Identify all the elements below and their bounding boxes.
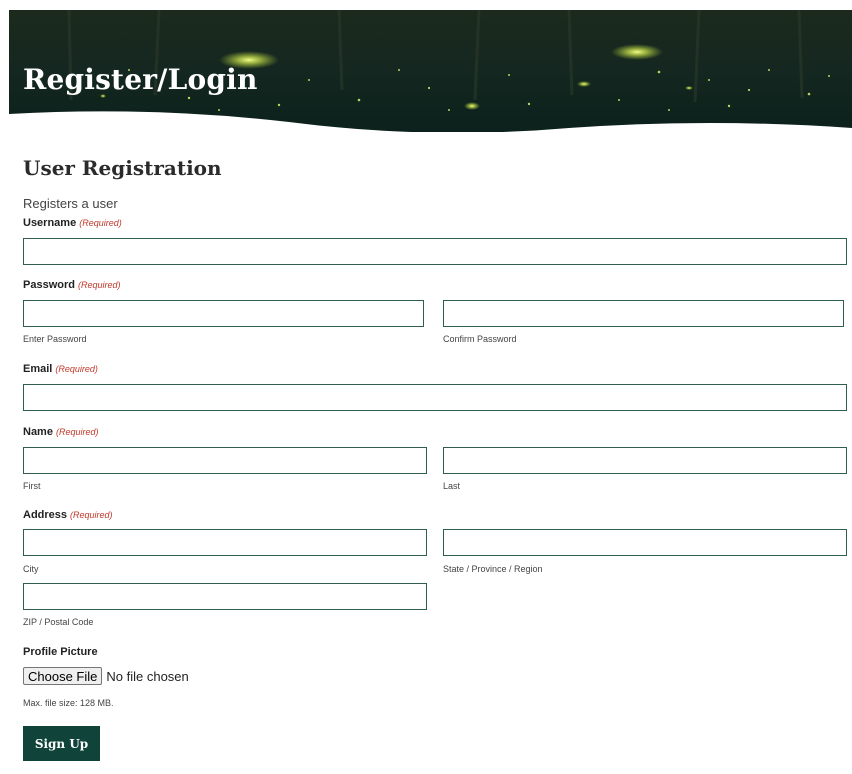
- last-name-input[interactable]: [443, 447, 847, 474]
- sign-up-button[interactable]: Sign Up: [23, 726, 100, 761]
- state-sublabel: State / Province / Region: [443, 564, 543, 574]
- choose-file-button[interactable]: Choose File: [23, 667, 103, 685]
- email-label-text: Email: [23, 363, 53, 375]
- confirm-password-input[interactable]: [443, 300, 844, 327]
- name-label-text: Name: [23, 426, 53, 438]
- max-file-size-note: Max. file size: 128 MB.: [23, 698, 114, 708]
- username-input[interactable]: [23, 238, 847, 265]
- first-name-input[interactable]: [23, 447, 427, 474]
- username-label: Username (Required): [23, 217, 122, 229]
- username-label-text: Username: [23, 217, 77, 229]
- address-label: Address (Required): [23, 509, 113, 521]
- hero-banner: Register/Login: [9, 10, 852, 132]
- form-description: Registers a user: [23, 196, 118, 211]
- address-label-text: Address: [23, 509, 68, 521]
- form-title: User Registration: [23, 156, 222, 180]
- zip-input[interactable]: [23, 583, 427, 610]
- required-indicator: (Required): [70, 510, 113, 520]
- password-label: Password (Required): [23, 279, 121, 291]
- last-name-sublabel: Last: [443, 481, 461, 491]
- required-indicator: (Required): [77, 280, 121, 290]
- profile-picture-label: Profile Picture: [23, 646, 98, 658]
- enter-password-sublabel: Enter Password: [23, 334, 87, 344]
- name-label: Name (Required): [23, 426, 99, 438]
- city-sublabel: City: [23, 564, 39, 574]
- confirm-password-sublabel: Confirm Password: [443, 334, 517, 344]
- password-label-text: Password: [23, 279, 75, 291]
- file-status: No file chosen: [106, 668, 189, 684]
- file-upload: Choose File No file chosen: [23, 667, 189, 685]
- zip-sublabel: ZIP / Postal Code: [23, 617, 94, 627]
- password-input[interactable]: [23, 300, 424, 327]
- page-title: Register/Login: [23, 63, 258, 96]
- first-name-sublabel: First: [23, 481, 41, 491]
- required-indicator: (Required): [55, 427, 99, 437]
- email-input[interactable]: [23, 384, 847, 411]
- required-indicator: (Required): [79, 218, 122, 228]
- city-input[interactable]: [23, 529, 427, 556]
- state-input[interactable]: [443, 529, 847, 556]
- required-indicator: (Required): [55, 364, 98, 374]
- email-label: Email (Required): [23, 363, 98, 375]
